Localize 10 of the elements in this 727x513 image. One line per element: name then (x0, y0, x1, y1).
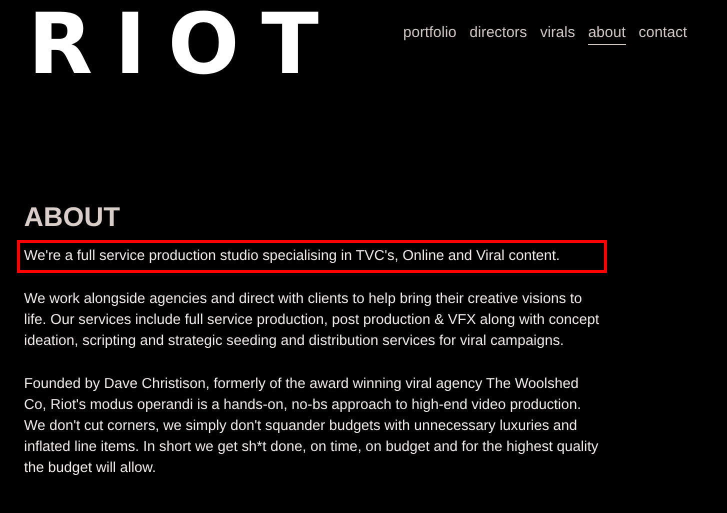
nav-link[interactable]: virals (540, 24, 576, 45)
page-heading: ABOUT (24, 201, 121, 234)
nav-link[interactable]: about (588, 24, 626, 45)
nav-link[interactable]: portfolio (403, 24, 457, 45)
paragraph: We work alongside agencies and direct with clients to help bring their creative visions to life. Our services include full service production, post production & VFX along with concept ideation, scripting and strategic seeding and distribution services for viral campaigns. (23, 290, 600, 351)
paragraph: Founded by Dave Christison, formerly of the award winning viral agency The Woolshed Co, Riot's modus operandi is a hands-on, no-bs approach to high-end video production. We don't cut corners, we simply don't squander budgets with unnecessary luxuries and inflated line items. In short we get sh*t done, on time, on budget and for the highest quality the budget will allow. (23, 375, 600, 478)
nav-link[interactable]: contact (638, 24, 687, 45)
nav-link[interactable]: directors (470, 24, 528, 45)
riot-logo[interactable]: RIOT (28, 2, 341, 86)
highlighted-paragraph: We're a full service production studio specialising in TVC's, Online and Viral content. (17, 240, 607, 273)
